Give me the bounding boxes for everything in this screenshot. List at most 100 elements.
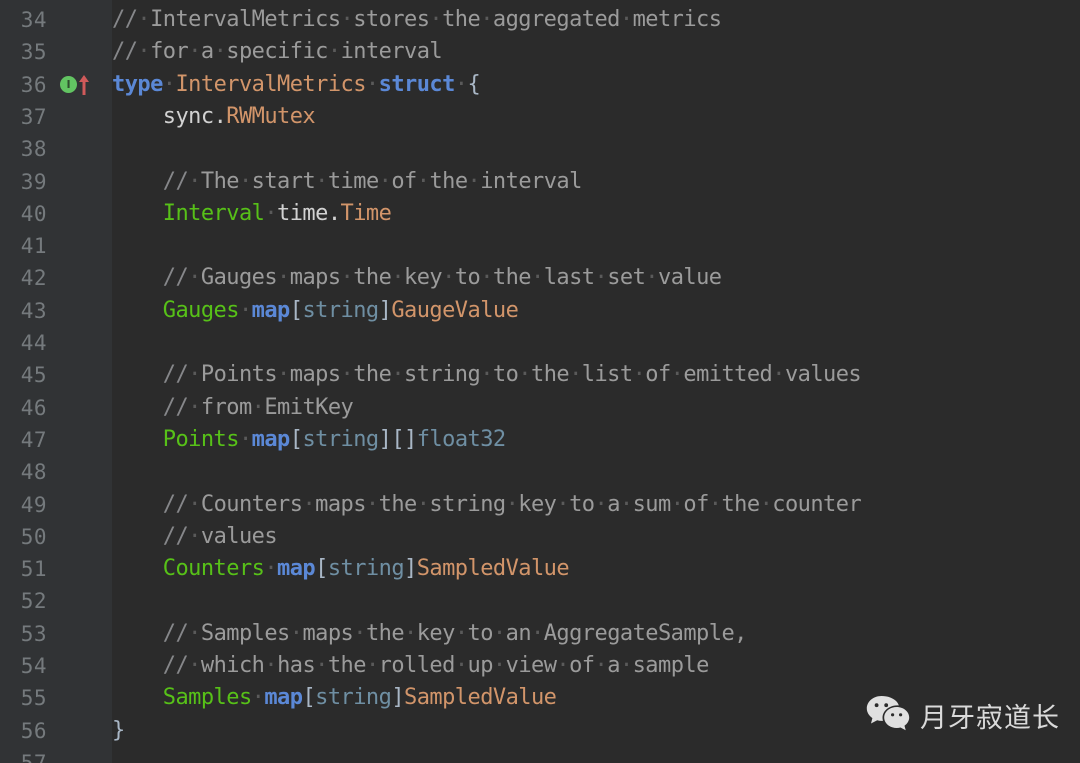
- code-token-comment: of: [683, 491, 709, 517]
- code-token-ws: ·: [492, 620, 506, 646]
- code-token-ws: ·: [492, 653, 506, 678]
- line-number: 44: [20, 331, 47, 355]
- code-line[interactable]: Samples·map[string]SampledValue: [112, 682, 557, 714]
- code-token-ws: ·: [670, 362, 684, 388]
- code-line[interactable]: //·Points·maps·the·string·to·the·list·of…: [112, 359, 862, 391]
- gutter-row[interactable]: 48: [0, 456, 112, 488]
- code-token-comment: interval: [340, 39, 443, 65]
- code-token-ws: ·: [264, 653, 278, 678]
- code-token-kw: type: [112, 71, 163, 97]
- code-token-comment: interval: [480, 168, 582, 194]
- code-token-comment: the: [721, 491, 760, 517]
- code-token-punct: }: [112, 717, 125, 743]
- gutter-row[interactable]: 57: [0, 747, 112, 763]
- code-token-comment: up: [467, 653, 494, 678]
- code-token-comment: sum: [632, 491, 672, 517]
- gutter-row[interactable]: 52: [0, 585, 112, 617]
- gutter-row[interactable]: 46: [0, 392, 112, 424]
- code-token-slash: //: [162, 620, 189, 646]
- gutter-row[interactable]: 38: [0, 133, 112, 165]
- code-line[interactable]: //·from·EmitKey: [112, 392, 354, 424]
- code-token-ws: ·: [340, 362, 354, 388]
- code-token-comment: which: [200, 653, 265, 678]
- code-token-comment: start: [251, 168, 316, 194]
- gutter-row[interactable]: 50: [0, 521, 112, 553]
- code-token-comment: EmitKey: [264, 394, 354, 420]
- code-line[interactable]: Counters·map[string]SampledValue: [112, 553, 570, 585]
- code-token-comment: an: [505, 620, 532, 646]
- watermark-label: 月牙寂道长: [920, 702, 1060, 734]
- gutter-row[interactable]: 35: [0, 36, 112, 68]
- code-token-comment: the: [429, 168, 468, 194]
- editor-gutter[interactable]: 34 35 36 I 37 38 39 40 41 42 43 44 45 46 47 48 49 50 51 52 5…: [0, 0, 112, 763]
- code-token-comment: list: [581, 362, 633, 388]
- line-number: 41: [20, 234, 47, 259]
- code-line[interactable]: Interval·time.Time: [112, 198, 392, 230]
- gutter-row[interactable]: 56: [0, 715, 112, 747]
- gutter-row[interactable]: 44: [0, 327, 112, 359]
- code-token-comment: for: [150, 39, 189, 65]
- line-number: 47: [20, 427, 47, 452]
- gutter-row[interactable]: 34: [0, 4, 112, 36]
- gutter-row[interactable]: 55: [0, 682, 112, 714]
- code-token-slash: //: [162, 491, 189, 517]
- line-number: 50: [20, 524, 47, 549]
- code-token-comment: maps: [315, 491, 366, 517]
- code-token-ws: ·: [238, 168, 252, 194]
- code-token-kw: map: [251, 297, 291, 323]
- code-line[interactable]: type·IntervalMetrics·struct·{: [112, 69, 481, 101]
- gutter-row[interactable]: 53: [0, 618, 112, 650]
- code-line[interactable]: Gauges·map[string]GaugeValue: [112, 295, 519, 327]
- code-line[interactable]: //·Counters·maps·the·string·key·to·a·sum…: [112, 489, 862, 521]
- gutter-row[interactable]: 54: [0, 650, 112, 682]
- code-token-ws: ·: [137, 39, 151, 65]
- gutter-row[interactable]: 43: [0, 295, 112, 327]
- gutter-marker-group[interactable]: I: [60, 69, 90, 101]
- line-number: 48: [20, 460, 47, 485]
- override-arrow-icon[interactable]: [78, 74, 90, 96]
- code-line[interactable]: Points·map[string][]float32: [112, 424, 506, 456]
- gutter-row[interactable]: 36 I: [0, 69, 112, 101]
- gutter-row[interactable]: 45: [0, 359, 112, 391]
- gutter-row[interactable]: 49: [0, 489, 112, 521]
- code-line[interactable]: //·Samples·maps·the·key·to·an·AggregateS…: [112, 618, 748, 650]
- code-token-ws: ·: [416, 491, 430, 517]
- code-pane[interactable]: //·IntervalMetrics·stores·the·aggregated…: [112, 0, 1080, 763]
- code-line[interactable]: //·for·a·specific·interval: [112, 36, 443, 68]
- code-line[interactable]: }: [112, 715, 125, 747]
- code-token-comment: a: [607, 653, 620, 678]
- gutter-row[interactable]: 51: [0, 553, 112, 585]
- implementing-interface-icon[interactable]: I: [60, 76, 77, 94]
- code-token-ws: ·: [569, 362, 582, 388]
- code-token-ws: ·: [188, 620, 201, 646]
- code-token-comment: the: [378, 491, 418, 517]
- code-token-ws: ·: [188, 265, 201, 291]
- gutter-row[interactable]: 37: [0, 101, 112, 133]
- code-line[interactable]: //·IntervalMetrics·stores·the·aggregated…: [112, 4, 722, 36]
- code-line[interactable]: sync.RWMutex: [112, 101, 316, 133]
- gutter-row[interactable]: 42: [0, 262, 112, 294]
- code-token-ws: ·: [531, 265, 544, 291]
- gutter-row[interactable]: 40: [0, 198, 112, 230]
- code-token-ws: ·: [518, 362, 531, 388]
- code-line[interactable]: //·which·has·the·rolled·up·view·of·a·sam…: [112, 650, 710, 682]
- line-number: 37: [20, 104, 47, 129]
- gutter-row[interactable]: 41: [0, 230, 112, 262]
- gutter-row[interactable]: 47: [0, 424, 112, 456]
- code-line[interactable]: //·The·start·time·of·the·interval: [112, 166, 583, 198]
- code-token-ws: ·: [188, 523, 201, 549]
- gutter-row[interactable]: 39: [0, 166, 112, 198]
- code-token-comment: the: [492, 265, 532, 291]
- code-line[interactable]: //·values: [112, 521, 278, 553]
- code-token-ws: ·: [454, 71, 468, 97]
- code-token-ws: ·: [404, 620, 417, 646]
- code-token-comment: maps: [289, 362, 341, 388]
- code-editor[interactable]: 34 35 36 I 37 38 39 40 41 42 43 44 45 46 47 48 49 50 51 52 5…: [0, 0, 1080, 763]
- line-number: 54: [20, 654, 47, 678]
- code-token-plain: .: [213, 103, 227, 129]
- code-line[interactable]: //·Gauges·maps·the·key·to·the·last·set·v…: [112, 262, 722, 294]
- code-token-ws: ·: [238, 426, 252, 452]
